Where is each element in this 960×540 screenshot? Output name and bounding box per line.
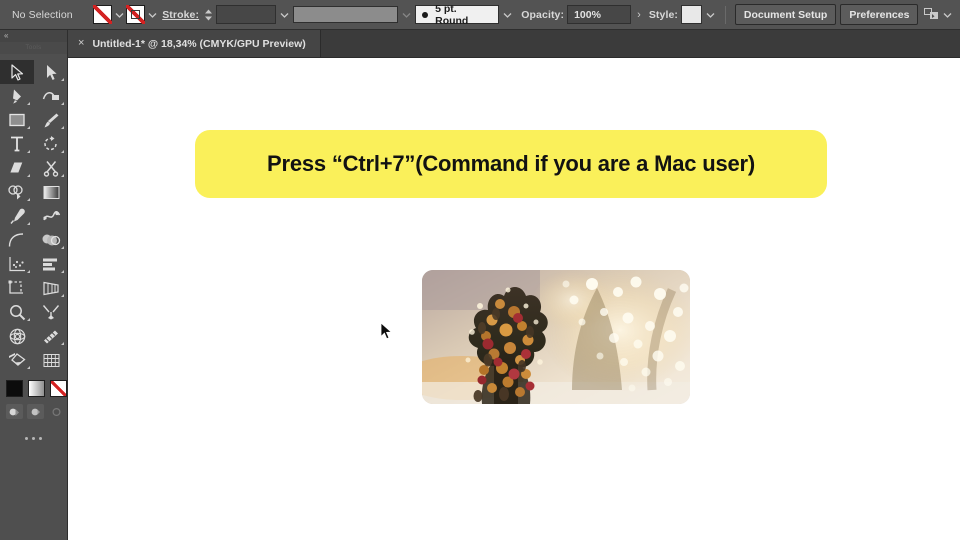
paintbrush-tool[interactable]	[34, 108, 68, 132]
curvature-tool[interactable]	[34, 84, 68, 108]
preferences-label: Preferences	[849, 8, 910, 21]
instruction-banner[interactable]: Press “Ctrl+7”(Command if you are a Mac …	[195, 130, 827, 198]
christmas-tree-image[interactable]	[422, 270, 690, 404]
drawing-modes	[0, 404, 67, 419]
perspective-selection-tool[interactable]	[34, 348, 68, 372]
style-label: Style:	[648, 8, 679, 21]
preferences-button[interactable]: Preferences	[840, 4, 919, 25]
tools-panel-header: «	[0, 30, 67, 42]
arc-tool[interactable]	[0, 228, 34, 252]
blend-tool[interactable]	[34, 204, 68, 228]
collapse-panel-icon[interactable]: «	[4, 32, 8, 40]
tools-panel-tab[interactable]: Tools	[0, 42, 67, 54]
selection-tool[interactable]	[0, 60, 34, 84]
brush-dot-icon	[422, 11, 429, 18]
opacity-value: 100%	[574, 8, 601, 21]
live-paint-bucket-tool[interactable]	[0, 348, 34, 372]
stroke-swatch[interactable]	[126, 5, 146, 24]
stroke-weight-input[interactable]	[215, 5, 276, 24]
brush-definition-select[interactable]: 5 pt. Round	[415, 2, 499, 27]
gradient-swatch[interactable]	[28, 380, 45, 397]
perspective-grid-tool[interactable]	[34, 276, 68, 300]
gradient-tool[interactable]	[34, 180, 68, 204]
document-tab-title: Untitled-1* @ 18,34% (CMYK/GPU Preview)	[92, 37, 306, 50]
stroke-weight-stepper[interactable]	[203, 5, 214, 24]
variable-width-profile-select[interactable]	[293, 6, 398, 23]
control-bar: No Selection Stroke: 5 pt. Round Opacity…	[0, 0, 960, 30]
draw-normal-mode-button[interactable]	[6, 404, 23, 419]
tools-panel: « Tools	[0, 30, 68, 540]
direct-selection-tool[interactable]	[34, 60, 68, 84]
close-icon[interactable]: ×	[78, 38, 84, 49]
free-transform-tool[interactable]	[34, 300, 68, 324]
none-swatch[interactable]	[50, 380, 67, 397]
brush-chevron-down-icon[interactable]	[501, 5, 514, 24]
opacity-label: Opacity:	[521, 8, 565, 21]
arrange-documents-icon[interactable]	[924, 8, 939, 21]
rotate-tool[interactable]	[34, 132, 68, 156]
tools-overflow-button[interactable]	[0, 437, 67, 440]
width-profile-chevron-down-icon[interactable]	[400, 5, 413, 24]
rectangle-tool[interactable]	[0, 108, 34, 132]
eyedropper-tool[interactable]	[0, 204, 34, 228]
shape-builder-tool[interactable]	[0, 180, 34, 204]
type-tool[interactable]	[0, 132, 34, 156]
tools-panel-tab-label: Tools	[25, 45, 42, 51]
opacity-input[interactable]: 100%	[567, 5, 632, 24]
column-graph-tool[interactable]	[34, 252, 68, 276]
pen-tool[interactable]	[0, 84, 34, 108]
fill-chevron-down-icon[interactable]	[114, 5, 127, 24]
artboard-tool[interactable]	[0, 276, 34, 300]
stroke-weight-chevron-down-icon[interactable]	[278, 5, 291, 24]
graphic-style-swatch[interactable]	[681, 5, 703, 24]
arrow-cursor	[380, 322, 393, 345]
tool-grid	[0, 54, 67, 372]
instruction-banner-text: Press “Ctrl+7”(Command if you are a Mac …	[267, 151, 755, 176]
eraser-tool[interactable]	[0, 156, 34, 180]
document-setup-button[interactable]: Document Setup	[734, 4, 837, 25]
selection-status: No Selection	[12, 8, 73, 21]
stroke-inner-square-icon	[131, 10, 141, 19]
mesh-tool[interactable]	[0, 324, 34, 348]
fill-swatch[interactable]	[93, 5, 113, 24]
blob-brush-tool[interactable]	[34, 228, 68, 252]
color-swatch-stack	[0, 380, 67, 397]
draw-behind-mode-button[interactable]	[27, 404, 44, 419]
stroke-label: Stroke:	[162, 8, 200, 21]
scissors-tool[interactable]	[34, 156, 68, 180]
document-tab-bar: × Untitled-1* @ 18,34% (CMYK/GPU Preview…	[68, 30, 960, 58]
artboard-canvas[interactable]: Press “Ctrl+7”(Command if you are a Mac …	[68, 58, 960, 540]
stroke-chevron-down-icon[interactable]	[147, 5, 160, 24]
photo-artwork	[422, 270, 690, 404]
width-tool[interactable]	[34, 324, 68, 348]
symbol-sprayer-tool[interactable]	[0, 252, 34, 276]
zoom-tool[interactable]	[0, 300, 34, 324]
control-bar-divider	[724, 5, 726, 24]
opacity-options-arrow-icon[interactable]: ›	[637, 9, 641, 21]
arrange-chevron-down-icon[interactable]	[941, 5, 954, 24]
document-tab[interactable]: × Untitled-1* @ 18,34% (CMYK/GPU Preview…	[68, 30, 321, 57]
fill-color-swatch[interactable]	[6, 380, 23, 397]
document-setup-label: Document Setup	[743, 8, 828, 21]
draw-inside-mode-button[interactable]	[48, 404, 65, 419]
brush-definition-label: 5 pt. Round	[435, 2, 469, 27]
illustrator-window: No Selection Stroke: 5 pt. Round Opacity…	[0, 0, 960, 540]
style-chevron-down-icon[interactable]	[704, 5, 717, 24]
